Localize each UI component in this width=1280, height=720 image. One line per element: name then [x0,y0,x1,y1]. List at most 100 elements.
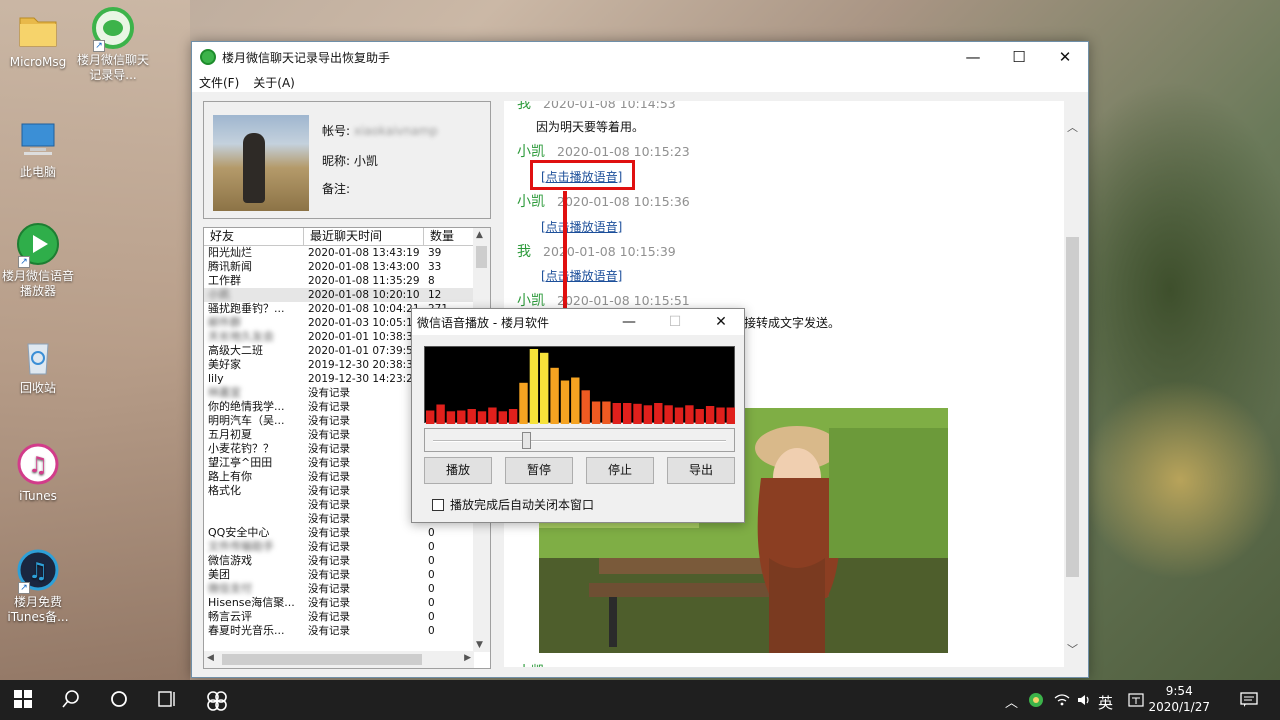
chat-vscrollbar[interactable]: ︿ ﹀ [1064,101,1081,667]
scroll-right-icon[interactable]: ▶ [464,653,471,663]
header-friend[interactable]: 好友 [204,228,304,245]
friend-message-count: 0 [428,625,435,637]
friend-row[interactable]: 阳光灿烂 2020-01-08 13:43:19 39 [204,246,490,260]
seek-slider[interactable] [424,428,735,452]
friend-last-chat-time: 没有记录 [308,555,350,567]
cortana-icon[interactable] [110,690,128,713]
clock-time: 9:54 [1165,684,1193,698]
desktop-icon-itunes-backup[interactable]: ♫ ↗ 楼月免费iTunes备... [0,548,76,625]
notification-center-icon[interactable] [1240,692,1258,712]
friend-message-count: 33 [428,261,442,273]
export-button[interactable]: 导出 [667,457,735,484]
svg-text:♫: ♫ [28,559,48,584]
ime-mode-icon[interactable] [1128,692,1144,712]
chat-text: 因为明天要等着用。 [536,120,645,134]
friend-last-chat-time: 没有记录 [308,401,350,413]
friend-name: 微信游戏 [208,554,252,567]
chevron-up-icon[interactable]: ︿ [1067,119,1078,135]
dialog-close-button[interactable]: ✕ [698,314,744,330]
task-view-icon[interactable] [158,690,178,713]
chevron-down-icon[interactable]: ﹀ [1067,641,1078,657]
chevron-up-tray-icon[interactable]: ︿ [1005,692,1018,711]
friend-last-chat-time: 2020-01-08 13:43:00 [308,261,420,273]
friend-last-chat-time: 没有记录 [308,485,350,497]
stop-button[interactable]: 停止 [586,457,654,484]
spectrum-bar [726,407,735,424]
account-value: xiaokaivnamp [353,124,438,138]
spectrum-bar [436,404,445,424]
desktop-icon-micromsg[interactable]: MicroMsg [0,8,76,70]
hscroll-thumb[interactable] [222,654,422,665]
close-button[interactable]: ✕ [1042,42,1088,72]
scroll-left-icon[interactable]: ◀ [207,653,214,663]
friend-list-hscrollbar[interactable]: ◀ ▶ [204,651,474,668]
dialog-minimize-button[interactable]: — [606,314,652,330]
chat-sender: 小凯 2020-01-08 10:15:51 [517,293,690,309]
clock-date: 2020/1/27 [1148,700,1210,714]
desktop-icon-voice-player[interactable]: ↗ 楼月微信语音播放器 [0,222,76,299]
play-voice-link[interactable]: [点击播放语音] [541,267,622,284]
chat-scroll-thumb[interactable] [1066,237,1079,577]
spectrum-bar [633,403,642,425]
menu-about[interactable]: 关于(A) [253,74,295,91]
desktop-icon-itunes[interactable]: ♫ iTunes [0,442,76,504]
chat-sender: 小凯 [517,661,545,667]
voice-player-dialog: 微信语音播放 - 楼月软件 — ☐ ✕ 播放 暂停 停止 导出 播放完成后自动关… [411,308,745,523]
friend-last-chat-time: 2019-12-30 14:23:22 [308,373,420,385]
friend-name: 美好家 [208,358,241,371]
scroll-down-icon[interactable]: ▼ [476,640,483,650]
friend-row[interactable]: 美团 没有记录 0 [204,568,490,582]
friend-row[interactable]: Hisense海信聚... 没有记录 0 [204,596,490,610]
friend-message-count: 0 [428,569,435,581]
pinwheel-app-icon[interactable] [206,690,228,717]
friend-row[interactable]: 腾讯新闻 2020-01-08 13:43:00 33 [204,260,490,274]
desktop-icon-this-pc[interactable]: 此电脑 [0,118,76,180]
friend-name: 天长地久友会 [208,330,274,343]
volume-icon[interactable] [1076,692,1092,712]
desktop-icon-recycle-bin[interactable]: 回收站 [0,334,76,396]
wifi-icon[interactable] [1054,692,1070,712]
friend-row[interactable]: 小凯 2020-01-08 10:20:10 12 [204,288,490,302]
friend-row[interactable]: 文件传输助手 没有记录 0 [204,540,490,554]
friend-name [204,498,304,512]
header-count[interactable]: 数量 [424,228,474,245]
friend-row[interactable]: 工作群 2020-01-08 11:35:29 8 [204,274,490,288]
friend-row[interactable]: 微信支付 没有记录 0 [204,582,490,596]
friend-row[interactable]: 春夏时光音乐... 没有记录 0 [204,624,490,638]
chat-sender: 小凯 2020-01-08 10:15:36 [517,194,690,210]
play-voice-link[interactable]: [点击播放语音] [541,218,622,235]
header-last-chat-time[interactable]: 最近聊天时间 [304,228,424,245]
friend-row[interactable]: QQ安全中心 没有记录 0 [204,526,490,540]
menu-file[interactable]: 文件(F) [199,74,239,91]
wechat-tray-icon[interactable] [1028,692,1044,712]
friend-last-chat-time: 2020-01-03 10:05:18 [308,317,420,329]
windows-start-icon[interactable] [14,690,32,713]
maximize-button[interactable]: ☐ [996,42,1042,72]
scroll-up-icon[interactable]: ▲ [476,230,483,240]
pause-button[interactable]: 暂停 [505,457,573,484]
system-clock[interactable]: 9:54 2020/1/27 [1148,683,1210,715]
desktop-icon-chat-exporter[interactable]: ↗ 楼月微信聊天记录导... [75,6,151,83]
search-icon[interactable] [62,690,80,713]
friend-row[interactable]: 畅言云评 没有记录 0 [204,610,490,624]
friend-name: 高级大二班 [208,344,263,357]
friend-message-count: 39 [428,247,442,259]
friend-name: 腾讯新闻 [208,260,252,273]
play-button[interactable]: 播放 [424,457,492,484]
friend-last-chat-time: 没有记录 [308,541,350,553]
friend-last-chat-time: 没有记录 [308,429,350,441]
friend-last-chat-time: 没有记录 [308,415,350,427]
shortcut-arrow-icon: ↗ [93,40,105,52]
input-language[interactable]: 英 [1098,692,1113,713]
friend-name: 望江亭^田田 [208,456,273,469]
auto-close-checkbox[interactable]: 播放完成后自动关闭本窗口 [432,496,594,513]
friend-last-chat-time: 2020-01-08 10:20:10 [308,289,420,301]
seek-knob[interactable] [521,432,531,449]
wallpaper-light [1080,380,1280,580]
scroll-thumb[interactable] [476,246,487,268]
spectrum-bar [560,380,570,424]
friend-name: 小麦花钓？？ [208,442,274,455]
friend-row[interactable]: 微信游戏 没有记录 0 [204,554,490,568]
checkbox-box[interactable] [432,498,444,511]
minimize-button[interactable]: — [950,42,996,72]
